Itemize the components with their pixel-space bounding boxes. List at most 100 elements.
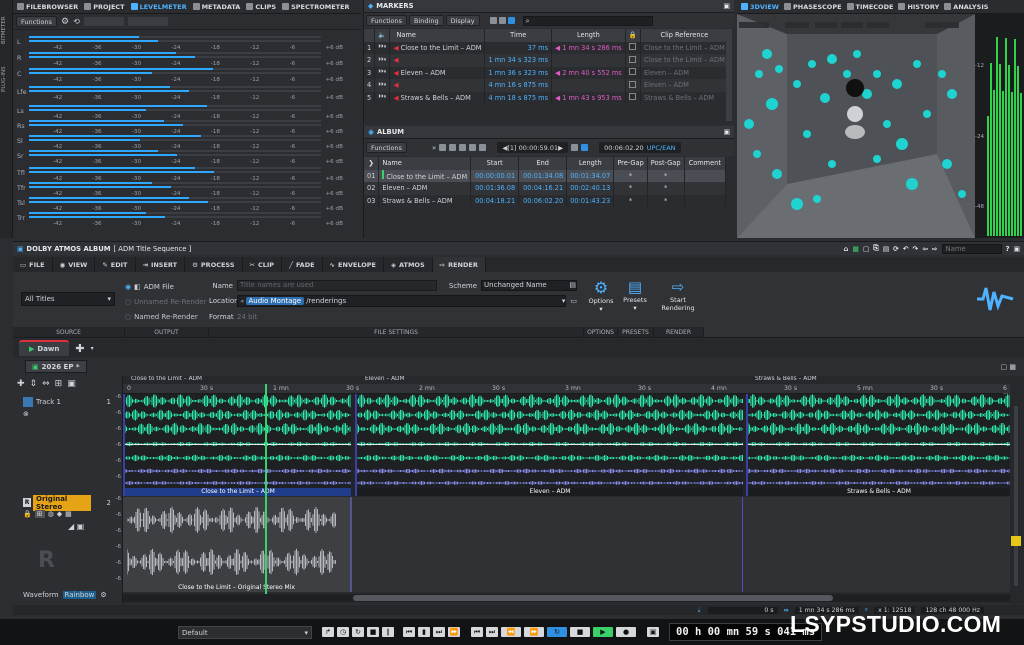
loop-mode-icon[interactable]: ↻: [351, 626, 365, 638]
tab-phasescope[interactable]: PHASESCOPE: [783, 3, 842, 11]
back-icon[interactable]: ⇦: [922, 245, 928, 253]
audio-object-sphere[interactable]: [843, 70, 851, 78]
album-track-name[interactable]: Eleven – ADM: [378, 182, 472, 195]
edit-icon[interactable]: [439, 144, 447, 151]
rewind-icon[interactable]: ⏪: [500, 626, 522, 638]
play-icon[interactable]: ▶: [592, 626, 614, 638]
markers-functions-button[interactable]: Functions: [366, 15, 408, 26]
loop-icon[interactable]: ↻: [546, 626, 568, 638]
plugins-tab[interactable]: PLUG-INS: [1, 66, 7, 92]
track-pregap[interactable]: *: [613, 194, 648, 207]
gear-icon[interactable]: ⚙: [61, 17, 69, 27]
track-start[interactable]: 00:04:18.21: [470, 194, 520, 207]
track-end[interactable]: 00:06:02.20: [518, 194, 568, 207]
fx-icon[interactable]: ▦: [65, 510, 72, 518]
solo-icon[interactable]: ◆: [57, 510, 62, 518]
audio-clip[interactable]: Straws & Bells – ADM: [746, 394, 1010, 496]
audio-object-sphere[interactable]: [853, 50, 861, 58]
presets-button[interactable]: ▤ Presets ▾: [620, 278, 650, 312]
track-pregap[interactable]: *: [613, 182, 648, 195]
track-postgap[interactable]: *: [647, 182, 685, 195]
audio-object-sphere[interactable]: [896, 138, 908, 150]
audio-clip[interactable]: Close to the Limit – ADM: [123, 394, 351, 496]
audio-object-sphere[interactable]: [744, 119, 754, 129]
marker-time[interactable]: 4 mn 16 s 875 ms: [484, 79, 553, 92]
audio-object-sphere[interactable]: [803, 130, 811, 138]
ribbon-tab-envelope[interactable]: ∿ ENVELOPE: [323, 257, 384, 272]
zoom-slider[interactable]: [1014, 406, 1018, 586]
marker-name[interactable]: ◀ Straws & Bells – ADM: [389, 91, 486, 104]
track-length[interactable]: 00:01:34.07: [566, 169, 615, 182]
track-length[interactable]: 00:02:40.13: [566, 182, 615, 195]
track-length[interactable]: 00:01:43.23: [566, 194, 615, 207]
marker-view-icon[interactable]: [498, 17, 506, 24]
zoom-handle[interactable]: [1011, 536, 1021, 546]
cd-icon[interactable]: [459, 144, 467, 151]
audio-object-sphere[interactable]: [873, 70, 881, 78]
select-icon[interactable]: ⇔: [42, 379, 50, 389]
col-comment[interactable]: Comment: [684, 157, 727, 170]
marker-length[interactable]: ◀ 2 mn 40 s 552 ms: [551, 66, 626, 79]
col-length[interactable]: Length: [551, 29, 626, 42]
audio-object-sphere[interactable]: [873, 155, 881, 163]
name-input[interactable]: Title names are used: [236, 280, 437, 291]
audio-object-sphere[interactable]: [753, 150, 761, 158]
marker-lock-checkbox[interactable]: [625, 54, 641, 67]
playhead[interactable]: [265, 384, 267, 594]
close-icon[interactable]: ▣: [723, 2, 730, 10]
render-mode-icon[interactable]: ▣: [646, 626, 660, 638]
new-icon[interactable]: ▢: [863, 245, 869, 253]
punch-in-icon[interactable]: ↱: [321, 626, 335, 638]
marker-row[interactable]: 2 ⏵⏵⏸ ◀ 1 mn 34 s 323 ms Close to the Li…: [364, 54, 729, 67]
audio-object-sphere[interactable]: [958, 190, 966, 198]
tab-3dview[interactable]: 3DVIEW: [741, 3, 779, 11]
forward-icon[interactable]: »: [432, 144, 436, 152]
marker-lock-checkbox[interactable]: [625, 41, 641, 54]
col-album-name[interactable]: Name: [378, 157, 472, 170]
waveform-tab[interactable]: Waveform: [23, 591, 59, 599]
track1-lane[interactable]: Close to the Limit – ADM Eleven – ADM Stra…: [123, 394, 1010, 496]
marker-transport-icon[interactable]: ⏵⏵⏸: [374, 66, 391, 79]
ribbon-tab-view[interactable]: ◉ VIEW: [53, 257, 96, 272]
location-input[interactable]: ◂ Audio Montage/renderings ▾: [237, 295, 567, 307]
stop-icon[interactable]: ■: [569, 626, 591, 638]
track-comment[interactable]: [684, 182, 727, 195]
grid-icon[interactable]: ▦: [852, 245, 858, 253]
clip-name[interactable]: Straws & Bells – ADM: [748, 488, 1010, 496]
col-time[interactable]: Time: [484, 29, 553, 42]
scheme-dropdown[interactable]: Unchanged Name ▤: [481, 280, 577, 291]
col-name[interactable]: Name: [389, 29, 486, 42]
functions-button[interactable]: Functions: [16, 16, 58, 27]
clip-name[interactable]: Eleven – ADM: [357, 488, 743, 496]
ribbon-tab-insert[interactable]: ⇥ INSERT: [136, 257, 186, 272]
display-toggle[interactable]: [83, 17, 124, 26]
audio-clip-stereo[interactable]: Close to the Limit – Original Stereo Mix: [123, 497, 351, 592]
fast-forward-icon[interactable]: ⏩: [523, 626, 545, 638]
redo-icon[interactable]: ↷: [913, 245, 919, 253]
marker-list-icon[interactable]: [489, 17, 497, 24]
save-icon[interactable]: ▤: [883, 245, 889, 253]
marker-length[interactable]: [551, 79, 626, 92]
home-icon[interactable]: ⌂: [844, 245, 849, 253]
marker-next-icon[interactable]: ⏭: [432, 626, 446, 638]
marker-length[interactable]: [551, 54, 626, 67]
ruler-clip-name[interactable]: Eleven – ADM: [365, 376, 405, 382]
track-comment[interactable]: [684, 169, 727, 182]
ribbon-tab-edit[interactable]: ✎ EDIT: [95, 257, 136, 272]
rainbow-tab[interactable]: Rainbow: [62, 591, 97, 599]
clip-name[interactable]: Close to the Limit – Original Stereo Mix: [123, 584, 350, 592]
marker-lock-checkbox[interactable]: [625, 91, 641, 104]
audio-clip[interactable]: Eleven – ADM: [355, 394, 743, 496]
track-comment[interactable]: [684, 194, 727, 207]
ruler-clip-name[interactable]: Close to the Limit – ADM: [131, 376, 202, 382]
ribbon-tab-clip[interactable]: ✂ CLIP: [243, 257, 283, 272]
marker-name[interactable]: ◀: [389, 54, 486, 67]
audio-object-sphere[interactable]: [892, 79, 902, 89]
tab-filebrowser[interactable]: FILEBROWSER: [17, 3, 78, 11]
tab-timecode[interactable]: TIMECODE: [846, 3, 893, 11]
audio-object-sphere[interactable]: [791, 198, 803, 210]
help-icon[interactable]: ?: [1006, 245, 1010, 253]
clock-icon[interactable]: ◷: [336, 626, 350, 638]
room-3d-view[interactable]: [737, 14, 975, 238]
marker-set-icon[interactable]: ▮: [417, 626, 431, 638]
